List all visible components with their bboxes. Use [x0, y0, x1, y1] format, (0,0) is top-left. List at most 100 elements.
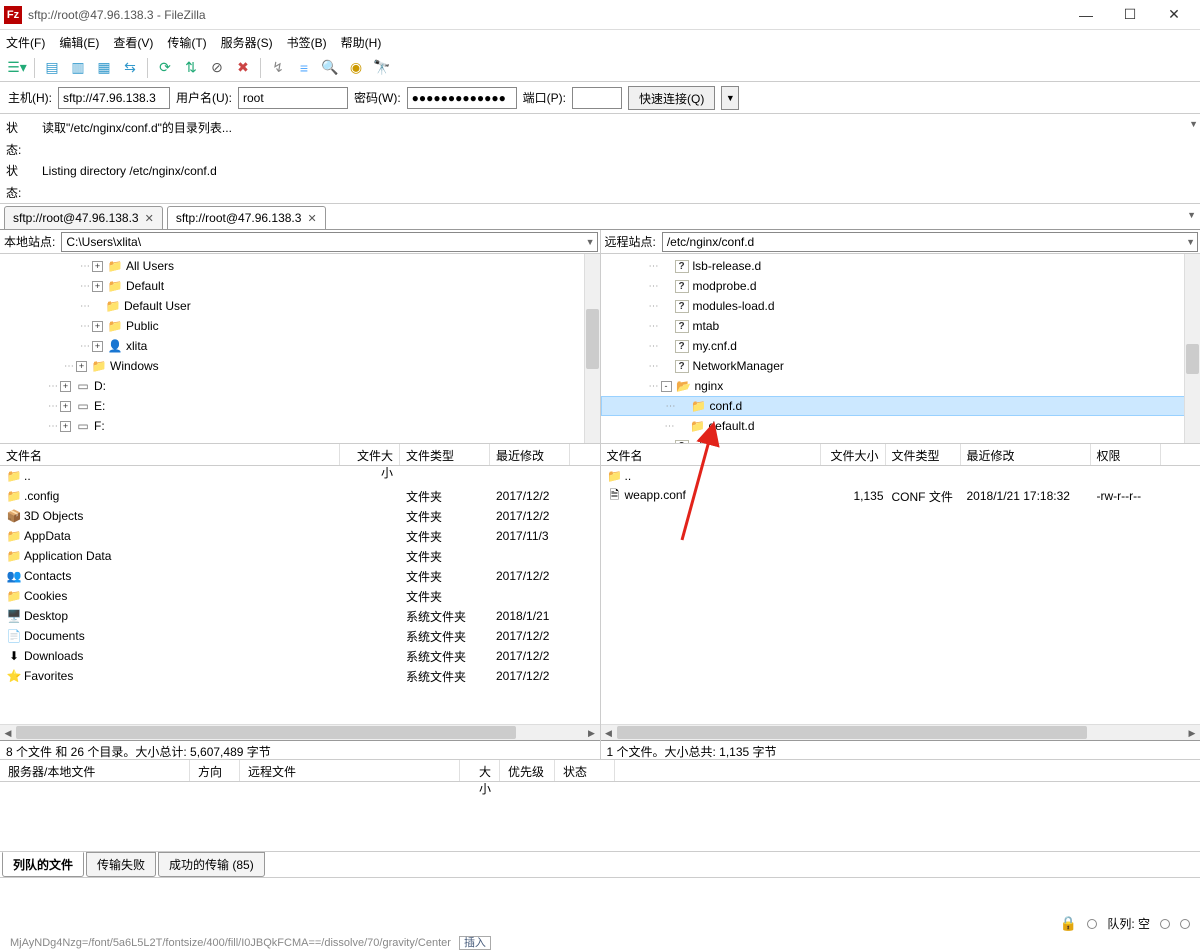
menu-transfer[interactable]: 传输(T): [167, 34, 206, 51]
list-item[interactable]: 📦3D Objects文件夹2017/12/2: [0, 506, 600, 526]
cancel-icon[interactable]: ⊘: [206, 57, 228, 79]
tree-node[interactable]: ⋯📁default.d: [601, 416, 1200, 436]
tree-node[interactable]: ⋯?NetworkManager: [601, 356, 1200, 376]
hscrollbar[interactable]: ◀ ▶: [601, 724, 1200, 740]
list-item[interactable]: 📁AppData文件夹2017/11/3: [0, 526, 600, 546]
compare-icon[interactable]: 🔍: [319, 57, 341, 79]
tab-queued[interactable]: 列队的文件: [2, 852, 84, 877]
expand-icon[interactable]: +: [92, 261, 103, 272]
remote-tree[interactable]: ⋯?lsb-release.d⋯?modprobe.d⋯?modules-loa…: [601, 254, 1200, 444]
close-icon[interactable]: ✕: [307, 212, 316, 225]
col-direction[interactable]: 方向: [190, 760, 240, 781]
tree-node[interactable]: ⋯+▭E:: [0, 396, 600, 416]
tree-node[interactable]: ⋯+📁Public: [0, 316, 600, 336]
tab-failed[interactable]: 传输失败: [86, 852, 156, 877]
list-item[interactable]: 📁.config文件夹2017/12/2: [0, 486, 600, 506]
menu-bookmarks[interactable]: 书签(B): [287, 34, 327, 51]
tree-node[interactable]: ⋯📁conf.d: [601, 396, 1200, 416]
menu-edit[interactable]: 编辑(E): [59, 34, 99, 51]
col-size[interactable]: 文件大小: [821, 444, 886, 465]
col-name[interactable]: 文件名: [0, 444, 340, 465]
toggle-log-icon[interactable]: ▤: [41, 57, 63, 79]
tree-node[interactable]: ⋯📁Default User: [0, 296, 600, 316]
tab-success[interactable]: 成功的传输 (85): [158, 852, 265, 877]
col-size[interactable]: 文件大小: [340, 444, 400, 465]
local-tree[interactable]: ⋯+📁All Users⋯+📁Default⋯📁Default User⋯+📁P…: [0, 254, 600, 444]
tree-node[interactable]: ⋯+▭D:: [0, 376, 600, 396]
close-icon[interactable]: ✕: [145, 212, 154, 225]
expand-icon[interactable]: +: [92, 281, 103, 292]
col-status[interactable]: 状态: [555, 760, 615, 781]
expand-icon[interactable]: +: [92, 321, 103, 332]
col-priority[interactable]: 优先级: [500, 760, 555, 781]
col-remote[interactable]: 远程文件: [240, 760, 460, 781]
password-input[interactable]: [407, 87, 517, 109]
filter-icon[interactable]: ≡: [293, 57, 315, 79]
col-type[interactable]: 文件类型: [400, 444, 490, 465]
quickconnect-button[interactable]: 快速连接(Q): [628, 86, 715, 110]
connection-tab[interactable]: sftp://root@47.96.138.3✕: [167, 206, 326, 229]
connection-tab[interactable]: sftp://root@47.96.138.3✕: [4, 206, 163, 229]
tree-node[interactable]: ⋯-📂nginx: [601, 376, 1200, 396]
col-server[interactable]: 服务器/本地文件: [0, 760, 190, 781]
scrollbar[interactable]: [584, 254, 600, 443]
toggle-queue-icon[interactable]: ⇆: [119, 57, 141, 79]
process-queue-icon[interactable]: ⇅: [180, 57, 202, 79]
tree-node[interactable]: ⋯?my.cnf.d: [601, 336, 1200, 356]
reconnect-icon[interactable]: ↯: [267, 57, 289, 79]
port-input[interactable]: [572, 87, 622, 109]
tree-node[interactable]: ⋯+▭F:: [0, 416, 600, 436]
list-item[interactable]: 📁Application Data文件夹: [0, 546, 600, 566]
close-button[interactable]: ✕: [1152, 1, 1196, 29]
list-item[interactable]: ⬇Downloads系统文件夹2017/12/2: [0, 646, 600, 666]
col-modified[interactable]: 最近修改: [961, 444, 1091, 465]
scrollbar[interactable]: [1184, 254, 1200, 443]
col-perm[interactable]: 权限: [1091, 444, 1161, 465]
col-type[interactable]: 文件类型: [886, 444, 961, 465]
tree-node[interactable]: ⋯?lsb-release.d: [601, 256, 1200, 276]
hscrollbar[interactable]: ◀ ▶: [0, 724, 600, 740]
tree-node[interactable]: ⋯?mtab: [601, 316, 1200, 336]
maximize-button[interactable]: ☐: [1108, 1, 1152, 29]
host-input[interactable]: [58, 87, 170, 109]
expand-icon[interactable]: +: [76, 361, 87, 372]
menu-file[interactable]: 文件(F): [6, 34, 45, 51]
menu-view[interactable]: 查看(V): [113, 34, 153, 51]
list-item[interactable]: 📁..: [0, 466, 600, 486]
disconnect-icon[interactable]: ✖: [232, 57, 254, 79]
list-item[interactable]: 🗎weapp.conf1,135CONF 文件2018/1/21 17:18:3…: [601, 486, 1200, 506]
expand-icon[interactable]: +: [60, 401, 71, 412]
col-name[interactable]: 文件名: [601, 444, 821, 465]
tree-node[interactable]: ⋯+📁Windows: [0, 356, 600, 376]
list-item[interactable]: ⭐Favorites系统文件夹2017/12/2: [0, 666, 600, 686]
sitemanager-icon[interactable]: ☰▾: [6, 57, 28, 79]
list-item[interactable]: 📁..: [601, 466, 1200, 486]
local-filelist[interactable]: 文件名 文件大小 文件类型 最近修改 📁..📁.config文件夹2017/12…: [0, 444, 600, 740]
expand-icon[interactable]: +: [60, 381, 71, 392]
sync-icon[interactable]: ◉: [345, 57, 367, 79]
toggle-local-tree-icon[interactable]: ▥: [67, 57, 89, 79]
list-item[interactable]: 📁Cookies文件夹: [0, 586, 600, 606]
toggle-remote-tree-icon[interactable]: ▦: [93, 57, 115, 79]
col-modified[interactable]: 最近修改: [490, 444, 570, 465]
expand-icon[interactable]: +: [60, 421, 71, 432]
list-item[interactable]: 👥Contacts文件夹2017/12/2: [0, 566, 600, 586]
list-item[interactable]: 📄Documents系统文件夹2017/12/2: [0, 626, 600, 646]
list-item[interactable]: 🖥️Desktop系统文件夹2018/1/21: [0, 606, 600, 626]
minimize-button[interactable]: —: [1064, 1, 1108, 29]
col-size[interactable]: 大小: [460, 760, 500, 781]
tabs-dropdown-icon[interactable]: ▼: [1187, 210, 1196, 220]
tree-node[interactable]: ⋯+📁All Users: [0, 256, 600, 276]
tree-node[interactable]: ⋯+👤xlita: [0, 336, 600, 356]
tree-node[interactable]: ⋯?modprobe.d: [601, 276, 1200, 296]
tree-node[interactable]: ⋯?modules-load.d: [601, 296, 1200, 316]
refresh-icon[interactable]: ⟳: [154, 57, 176, 79]
expand-icon[interactable]: -: [661, 381, 672, 392]
menu-server[interactable]: 服务器(S): [221, 34, 273, 51]
quickconnect-dropdown[interactable]: ▼: [721, 86, 739, 110]
tree-node[interactable]: ⋯+📁Default: [0, 276, 600, 296]
expand-icon[interactable]: +: [92, 341, 103, 352]
local-path-combo[interactable]: C:\Users\xlita\ ▼: [61, 232, 597, 252]
menu-help[interactable]: 帮助(H): [341, 34, 382, 51]
remote-filelist[interactable]: 文件名 文件大小 文件类型 最近修改 权限 📁..🗎weapp.conf1,13…: [601, 444, 1200, 740]
